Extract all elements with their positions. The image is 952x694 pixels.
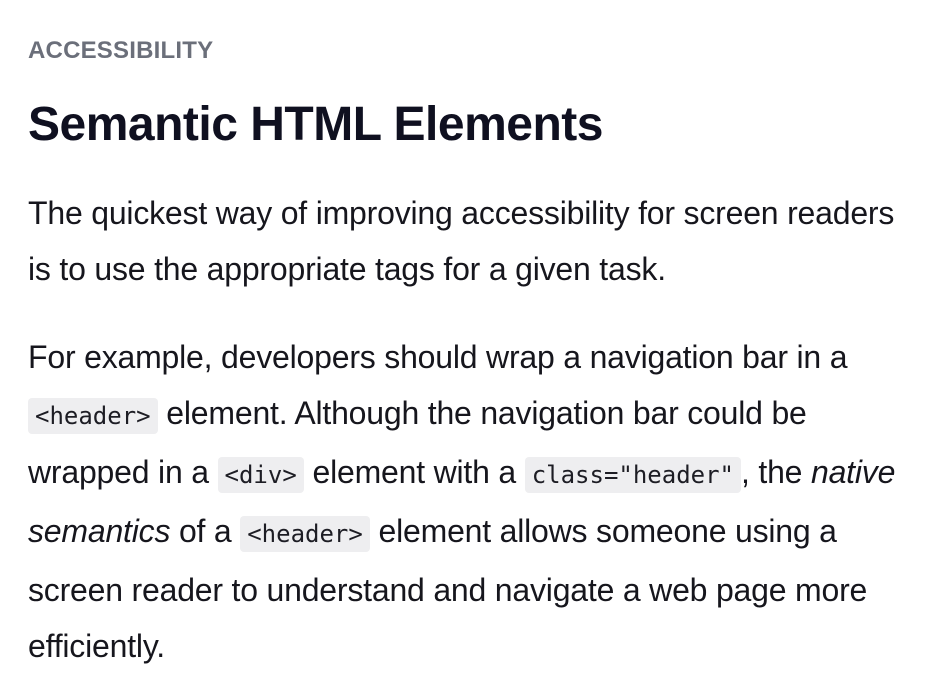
page-title: Semantic HTML Elements [28, 98, 603, 151]
inline-code-header: <header> [28, 398, 158, 434]
text-segment: of a [170, 513, 241, 549]
inline-code-header-2: <header> [240, 516, 370, 552]
example-paragraph: For example, developers should wrap a na… [28, 329, 924, 674]
text-segment: element with a [303, 454, 525, 490]
article: ACCESSIBILITY Semantic HTML Elements The… [0, 0, 952, 674]
intro-paragraph: The quickest way of improving accessibil… [28, 195, 895, 287]
text-segment: , the [741, 454, 811, 490]
section-eyebrow: ACCESSIBILITY [28, 37, 214, 64]
text-segment: For example, developers should wrap a na… [28, 339, 848, 375]
inline-code-class-header: class="header" [524, 457, 741, 493]
inline-code-div: <div> [217, 457, 304, 493]
